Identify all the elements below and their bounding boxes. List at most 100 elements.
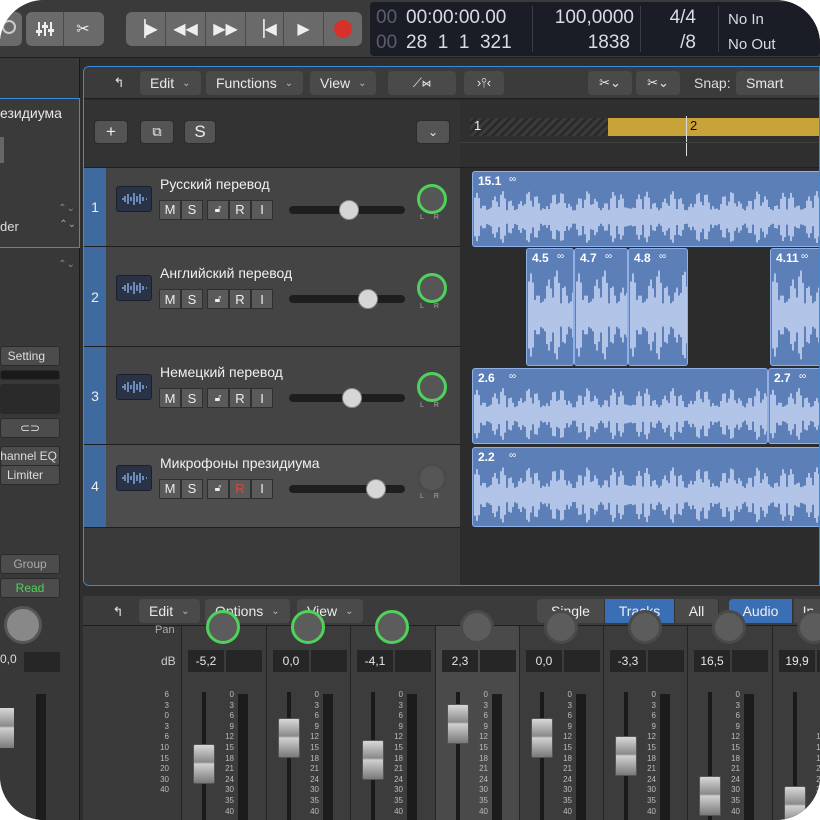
pan-knob[interactable] bbox=[417, 372, 447, 402]
input-monitor-button[interactable]: I bbox=[251, 199, 273, 220]
volume-slider[interactable] bbox=[289, 199, 405, 220]
input-monitor-button[interactable]: I bbox=[251, 388, 273, 408]
track-name[interactable]: Английский перевод bbox=[160, 265, 292, 281]
mute-button[interactable]: M bbox=[159, 388, 181, 408]
record-button[interactable] bbox=[324, 12, 362, 46]
link-button[interactable]: ⊂⊃ bbox=[0, 418, 60, 438]
audio-region[interactable]: 4.5 ∞ bbox=[526, 248, 574, 366]
back-button[interactable]: ↰ bbox=[102, 71, 136, 95]
record-enable-button[interactable]: R bbox=[229, 478, 251, 499]
right-tool-menu[interactable]: ✂⌄ bbox=[636, 71, 680, 95]
volume-fader[interactable] bbox=[784, 786, 806, 820]
volume-readout[interactable]: 0,0 bbox=[273, 650, 309, 672]
track-row[interactable]: 3 Немецкий перевод M S 🔓︎ R I LR bbox=[84, 347, 460, 445]
view-menu[interactable]: View ⌄ bbox=[310, 71, 377, 95]
volume-knob[interactable] bbox=[342, 388, 362, 408]
edit-menu[interactable]: Edit ⌄ bbox=[140, 71, 201, 95]
pan-knob[interactable] bbox=[417, 462, 447, 493]
volume-fader[interactable] bbox=[615, 736, 637, 776]
audio-region[interactable]: 4.8 ∞ bbox=[628, 248, 688, 366]
inspector-fader[interactable] bbox=[0, 708, 14, 748]
volume-fader[interactable] bbox=[447, 704, 469, 744]
group-slot[interactable]: Group bbox=[0, 554, 60, 574]
track-lock-button[interactable]: 🔓︎ bbox=[207, 199, 229, 220]
track-row[interactable]: 2 Английский перевод M S 🔓︎ R I LR bbox=[84, 247, 460, 347]
volume-fader[interactable] bbox=[362, 740, 384, 780]
pan-knob[interactable] bbox=[460, 610, 494, 644]
duplicate-track-button[interactable]: ⧉ bbox=[140, 120, 174, 144]
left-tool-menu[interactable]: ✂⌄ bbox=[588, 71, 632, 95]
track-lock-button[interactable]: 🔓︎ bbox=[207, 478, 229, 499]
pan-knob[interactable] bbox=[206, 610, 240, 644]
mixer-back-button[interactable]: ↰ bbox=[101, 600, 135, 624]
empty-track-area[interactable] bbox=[84, 528, 460, 585]
collapse-button[interactable]: ⌄ bbox=[416, 120, 450, 144]
input-slot[interactable] bbox=[0, 384, 60, 414]
library-button[interactable] bbox=[0, 12, 22, 46]
mixer-edit-menu[interactable]: Edit ⌄ bbox=[139, 599, 200, 623]
volume-knob[interactable] bbox=[366, 478, 386, 499]
plugin-slot-limiter[interactable]: Limiter bbox=[0, 465, 60, 485]
volume-readout[interactable]: -4,1 bbox=[357, 650, 393, 672]
go-to-start-button[interactable]: ▕◀ bbox=[246, 12, 284, 46]
automation-mode[interactable]: Read bbox=[0, 578, 60, 598]
volume-fader[interactable] bbox=[278, 718, 300, 758]
input-monitor-button[interactable]: I bbox=[251, 289, 273, 309]
track-name[interactable]: Русский перевод bbox=[160, 176, 270, 192]
automation-tools[interactable]: ⟋⋈ bbox=[388, 71, 456, 95]
ruler[interactable]: 1 2 bbox=[460, 100, 819, 168]
functions-menu[interactable]: Functions ⌄ bbox=[206, 71, 304, 95]
pan-knob[interactable] bbox=[544, 610, 578, 644]
volume-slider[interactable] bbox=[289, 388, 405, 408]
pan-knob[interactable] bbox=[712, 610, 746, 644]
solo-button[interactable]: S bbox=[181, 388, 203, 408]
record-enable-button[interactable]: R bbox=[229, 388, 251, 408]
play-from-start-button[interactable]: ▕▶ bbox=[126, 12, 166, 46]
track-name[interactable]: Микрофоны президиума bbox=[160, 455, 320, 471]
track-lock-button[interactable]: 🔓︎ bbox=[207, 289, 229, 309]
track-row[interactable]: 4 Микрофоны президиума M S 🔓︎ R I LR bbox=[84, 445, 460, 528]
rewind-button[interactable]: ◀◀ bbox=[166, 12, 206, 46]
scissors-button[interactable]: ✂ bbox=[64, 12, 102, 46]
pan-knob[interactable] bbox=[797, 610, 820, 644]
volume-readout[interactable]: -3,3 bbox=[610, 650, 646, 672]
mute-button[interactable]: M bbox=[159, 289, 181, 309]
plugin-slot-eq[interactable]: hannel EQ bbox=[0, 446, 60, 466]
volume-readout[interactable]: 19,9 bbox=[779, 650, 815, 672]
catch-playhead-button[interactable]: ›⫯‹ bbox=[464, 71, 504, 95]
record-enable-button[interactable]: R bbox=[229, 199, 251, 220]
pan-knob[interactable] bbox=[628, 610, 662, 644]
audio-region[interactable]: 2.6 ∞ bbox=[472, 368, 768, 444]
snap-menu[interactable]: Smart bbox=[736, 71, 819, 95]
solo-button[interactable]: S bbox=[181, 478, 203, 499]
volume-slider[interactable] bbox=[289, 478, 405, 499]
audio-region[interactable]: 2.2 ∞ bbox=[472, 447, 819, 527]
arrange-area[interactable]: 15.1 ∞ 4.5 ∞ 4.7 ∞ 4.8 ∞ 4.11 ∞ 2.6 ∞ 2.7 ∞ 2.2 ∞ bbox=[460, 168, 819, 585]
volume-readout[interactable]: 2,3 bbox=[442, 650, 478, 672]
mixer-sliders-button[interactable] bbox=[26, 12, 64, 46]
audio-region[interactable]: 15.1 ∞ bbox=[472, 171, 819, 247]
pan-knob[interactable] bbox=[417, 183, 447, 214]
volume-slider[interactable] bbox=[289, 289, 405, 309]
volume-readout[interactable]: 0,0 bbox=[526, 650, 562, 672]
global-solo-button[interactable]: S bbox=[184, 120, 216, 144]
volume-knob[interactable] bbox=[358, 289, 378, 309]
track-row[interactable]: 1 Русский перевод M S 🔓︎ R I LR bbox=[84, 168, 460, 247]
volume-fader[interactable] bbox=[699, 776, 721, 816]
track-lock-button[interactable]: 🔓︎ bbox=[207, 388, 229, 408]
track-name[interactable]: Немецкий перевод bbox=[160, 364, 283, 380]
input-monitor-button[interactable]: I bbox=[251, 478, 273, 499]
volume-knob[interactable] bbox=[339, 199, 359, 220]
pan-knob[interactable] bbox=[4, 606, 42, 644]
solo-button[interactable]: S bbox=[181, 289, 203, 309]
cycle-region[interactable] bbox=[608, 118, 819, 136]
playhead[interactable] bbox=[686, 116, 687, 156]
volume-readout[interactable]: -5,2 bbox=[188, 650, 224, 672]
volume-fader[interactable] bbox=[531, 718, 553, 758]
pan-knob[interactable] bbox=[375, 610, 409, 644]
audio-region[interactable]: 2.7 ∞ bbox=[768, 368, 819, 444]
mute-button[interactable]: M bbox=[159, 478, 181, 499]
audio-region[interactable]: 4.11 ∞ bbox=[770, 248, 819, 366]
pan-knob[interactable] bbox=[291, 610, 325, 644]
volume-readout[interactable]: 16,5 bbox=[694, 650, 730, 672]
